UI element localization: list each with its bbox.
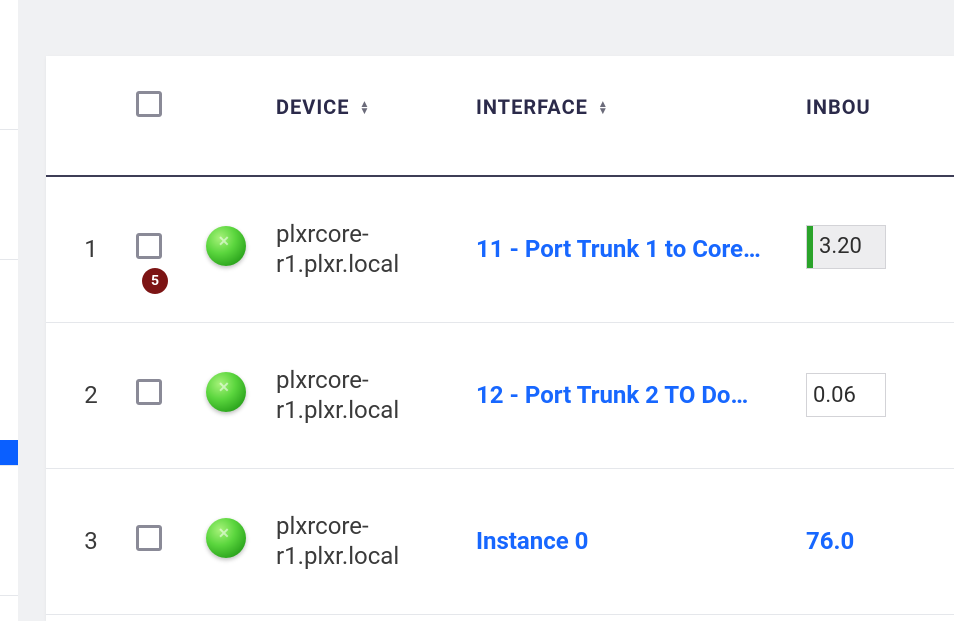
header-device-label: DEVICE [276,95,350,119]
interface-table: DEVICE ▲▼ INTERFACE ▲▼ INBOU 1 plxrcore-… [46,56,954,615]
sidebar-segment[interactable] [0,466,18,596]
device-name[interactable]: plxrcore-r1.plxr.local [276,365,476,425]
interface-link[interactable]: Instance 0 [476,527,806,555]
inbound-metric: 3.20 [806,225,886,269]
header-interface[interactable]: INTERFACE ▲▼ [476,56,806,176]
inbound-metric-link[interactable]: 76.0 [806,527,854,555]
interface-link[interactable]: 11 - Port Trunk 1 to Core… [476,235,806,263]
header-device[interactable]: DEVICE ▲▼ [276,56,476,176]
row-checkbox[interactable] [136,233,162,259]
row-number: 3 [46,468,136,614]
interface-link[interactable]: 12 - Port Trunk 2 TO Do… [476,381,806,409]
data-panel: DEVICE ▲▼ INTERFACE ▲▼ INBOU 1 plxrcore-… [46,56,954,621]
header-blank-icon [206,56,276,176]
table-row: 2 plxrcore-r1.plxr.local 12 - Port Trunk… [46,322,954,468]
sidebar-segment[interactable] [0,0,18,130]
row-number: 2 [46,322,136,468]
alert-badge[interactable]: 5 [142,268,168,294]
router-icon [206,226,246,266]
row-checkbox[interactable] [136,525,162,551]
sidebar-stub [0,0,18,621]
select-all-checkbox[interactable] [136,91,162,117]
device-name[interactable]: plxrcore-r1.plxr.local [276,219,476,279]
inbound-metric: 0.06 [806,373,886,417]
table-header-row: DEVICE ▲▼ INTERFACE ▲▼ INBOU [46,56,954,176]
sort-icon[interactable]: ▲▼ [359,101,370,115]
header-interface-label: INTERFACE [476,95,588,119]
metric-value: 0.06 [807,383,856,408]
device-name[interactable]: plxrcore-r1.plxr.local [276,511,476,571]
sidebar-segment-active[interactable] [0,440,18,466]
table-row: 3 plxrcore-r1.plxr.local Instance 0 76.0 [46,468,954,614]
row-number: 1 [46,176,136,322]
header-inbound[interactable]: INBOU [806,56,954,176]
table-row: 1 plxrcore-r1.plxr.local 11 - Port Trunk… [46,176,954,322]
sidebar-segment[interactable] [0,130,18,260]
metric-bar [807,226,813,268]
header-checkbox [136,56,206,176]
badge-count: 5 [151,273,159,289]
router-icon [206,372,246,412]
header-blank [46,56,136,176]
sort-icon[interactable]: ▲▼ [598,101,609,115]
router-icon [206,518,246,558]
row-checkbox[interactable] [136,379,162,405]
metric-value: 3.20 [819,234,862,259]
header-inbound-label: INBOU [806,95,871,119]
